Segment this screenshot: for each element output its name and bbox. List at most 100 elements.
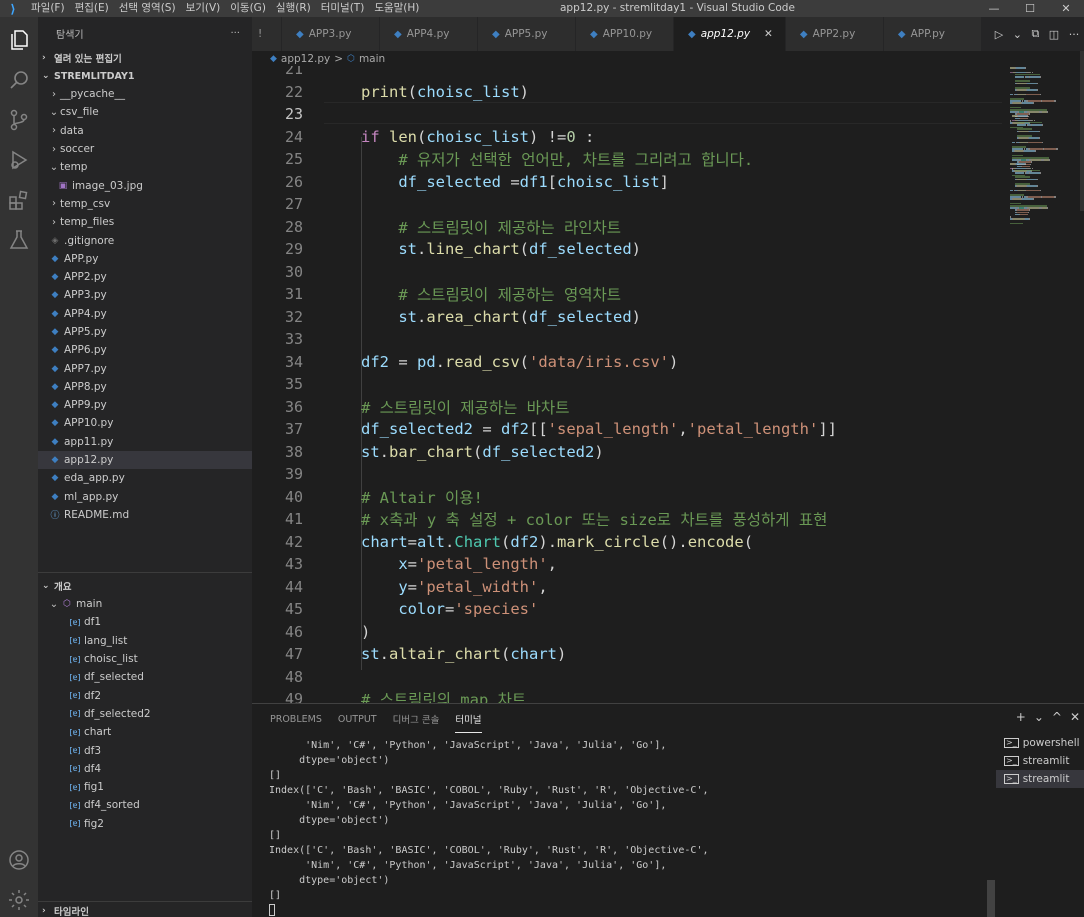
panel-tab[interactable]: PROBLEMS — [270, 708, 322, 731]
workspace-folder-section[interactable]: ⌄ STREMLITDAY1 — [38, 67, 252, 85]
outline-section[interactable]: ⌄ 개요 — [38, 577, 252, 595]
outline-item[interactable]: [ɐ] fig2 — [38, 815, 252, 833]
outline-root[interactable]: ⌄ ⬡ main — [38, 595, 252, 613]
minimize-button[interactable]: — — [976, 0, 1012, 17]
editor-tab[interactable]: ◆ APP10.py — [576, 17, 674, 51]
menu-item[interactable]: 실행(R) — [271, 0, 316, 17]
tree-item[interactable]: › soccer — [38, 140, 252, 158]
outline-item[interactable]: [ɐ] chart — [38, 723, 252, 741]
outline-item[interactable]: [ɐ] df1 — [38, 613, 252, 631]
close-panel-icon[interactable]: ✕ — [1070, 710, 1080, 724]
menu-item[interactable]: 선택 영역(S) — [114, 0, 181, 17]
code-editor[interactable]: 21 22 print(choisc_list) 23 24 if len(choisc_… — [252, 66, 1002, 703]
tree-item[interactable]: › temp_files — [38, 213, 252, 231]
tree-item[interactable]: ◆ APP6.py — [38, 341, 252, 359]
tree-item[interactable]: ▣ image_03.jpg — [38, 176, 252, 194]
source-control-icon[interactable] — [7, 108, 31, 132]
code-token: = — [407, 555, 418, 574]
tree-item[interactable]: ◆ app11.py — [38, 433, 252, 451]
panel-tab[interactable]: 터미널 — [455, 706, 482, 733]
tree-item[interactable]: ◆ ml_app.py — [38, 488, 252, 506]
tree-item[interactable]: › __pycache__ — [38, 85, 252, 103]
code-token: ) != — [529, 127, 567, 146]
chevron-down-icon[interactable]: ⌄ — [1013, 28, 1022, 41]
explorer-more-button[interactable]: ··· — [230, 28, 240, 39]
close-tab-icon[interactable]: ✕ — [764, 28, 773, 40]
code-token: 'petal_width' — [417, 577, 539, 596]
tree-item[interactable]: › data — [38, 122, 252, 140]
outline-item[interactable]: [ɐ] df3 — [38, 741, 252, 759]
code-line: 45 color='species' — [252, 598, 1002, 621]
outline-item[interactable]: [ɐ] lang_list — [38, 632, 252, 650]
terminal-instance[interactable]: >_ streamlit — [996, 770, 1084, 788]
tree-item[interactable]: ◆ APP2.py — [38, 268, 252, 286]
tree-item[interactable]: ◆ APP.py — [38, 250, 252, 268]
panel-tab[interactable]: OUTPUT — [338, 708, 377, 731]
outline-item[interactable]: [ɐ] fig1 — [38, 778, 252, 796]
outline-item[interactable]: [ɐ] df4_sorted — [38, 796, 252, 814]
code-token: 'sepal_length' — [547, 420, 679, 439]
terminal-instance[interactable]: >_ streamlit — [996, 752, 1084, 770]
editor-scrollbar[interactable] — [1080, 51, 1084, 211]
split-editor-icon[interactable]: ◫ — [1049, 28, 1059, 41]
minimap[interactable] — [1002, 51, 1084, 703]
maximize-panel-icon[interactable]: ^ — [1052, 710, 1062, 724]
search-icon[interactable] — [7, 68, 31, 92]
minimap-mark — [1029, 111, 1040, 113]
outline-item[interactable]: [ɐ] df_selected — [38, 668, 252, 686]
tree-item[interactable]: ⓘ README.md — [38, 506, 252, 524]
more-actions-icon[interactable]: ··· — [1069, 28, 1080, 41]
run-debug-icon[interactable] — [7, 148, 31, 172]
timeline-section[interactable]: › 타임라인 — [38, 901, 252, 917]
tree-item[interactable]: ◆ APP8.py — [38, 378, 252, 396]
outline-item[interactable]: [ɐ] df4 — [38, 760, 252, 778]
tree-item[interactable]: ◆ APP5.py — [38, 323, 252, 341]
settings-gear-icon[interactable] — [7, 888, 31, 912]
breadcrumb-file[interactable]: app12.py — [281, 53, 330, 65]
run-file-icon[interactable]: ▷ — [995, 28, 1003, 41]
menu-item[interactable]: 도움말(H) — [369, 0, 424, 17]
terminal-instance[interactable]: >_ powershell — [996, 734, 1084, 752]
tree-item[interactable]: ◆ eda_app.py — [38, 469, 252, 487]
terminal-output[interactable]: 'Nim', 'C#', 'Python', 'JavaScript', 'Ja… — [269, 738, 989, 917]
tree-item[interactable]: ◆ APP3.py — [38, 286, 252, 304]
explorer-icon[interactable] — [7, 28, 31, 52]
editor-tab[interactable]: ! — [252, 17, 282, 51]
open-changes-icon[interactable]: ⧉ — [1031, 27, 1039, 41]
testing-flask-icon[interactable] — [7, 228, 31, 252]
menu-item[interactable]: 파일(F) — [26, 0, 70, 17]
outline-item[interactable]: [ɐ] df2 — [38, 686, 252, 704]
editor-tab[interactable]: ◆ APP.py — [883, 17, 982, 51]
tree-item[interactable]: ◈ .gitignore — [38, 231, 252, 249]
chevron-down-icon[interactable]: ⌄ — [1034, 710, 1044, 724]
breadcrumb-symbol[interactable]: main — [359, 53, 385, 65]
account-icon[interactable] — [7, 848, 31, 872]
outline-item[interactable]: [ɐ] df_selected2 — [38, 705, 252, 723]
tree-item[interactable]: ◆ APP4.py — [38, 305, 252, 323]
editor-tab[interactable]: ◆ APP3.py — [282, 17, 380, 51]
editor-tab[interactable]: ◆ APP2.py — [785, 17, 884, 51]
editor-tab[interactable]: ◆ app12.py ✕ — [674, 17, 786, 51]
tree-item[interactable]: ⌄ temp — [38, 158, 252, 176]
editor-tab[interactable]: ◆ APP5.py — [478, 17, 576, 51]
outline-item[interactable]: [ɐ] choisc_list — [38, 650, 252, 668]
menu-item[interactable]: 터미널(T) — [316, 0, 370, 17]
panel-tab[interactable]: 디버그 콘솔 — [393, 706, 440, 732]
maximize-button[interactable]: ☐ — [1012, 0, 1048, 17]
editor-tab[interactable]: ◆ APP4.py — [380, 17, 478, 51]
tree-item[interactable]: ◆ APP10.py — [38, 414, 252, 432]
menu-item[interactable]: 편집(E) — [70, 0, 114, 17]
close-window-button[interactable]: ✕ — [1048, 0, 1084, 17]
tree-item[interactable]: ◆ app12.py — [38, 450, 252, 470]
menu-item[interactable]: 이동(G) — [225, 0, 271, 17]
tree-item[interactable]: ⌄ csv_file — [38, 103, 252, 121]
menu-item[interactable]: 보기(V) — [181, 0, 226, 17]
terminal-scrollbar[interactable] — [987, 880, 995, 917]
tree-item[interactable]: › temp_csv — [38, 195, 252, 213]
code-line: 38 st.bar_chart(df_selected2) — [252, 441, 1002, 464]
open-editors-section[interactable]: › 열려 있는 편집기 — [38, 49, 252, 67]
extensions-icon[interactable] — [7, 188, 31, 212]
new-terminal-icon[interactable]: + — [1016, 710, 1026, 724]
tree-item[interactable]: ◆ APP9.py — [38, 396, 252, 414]
tree-item[interactable]: ◆ APP7.py — [38, 359, 252, 377]
